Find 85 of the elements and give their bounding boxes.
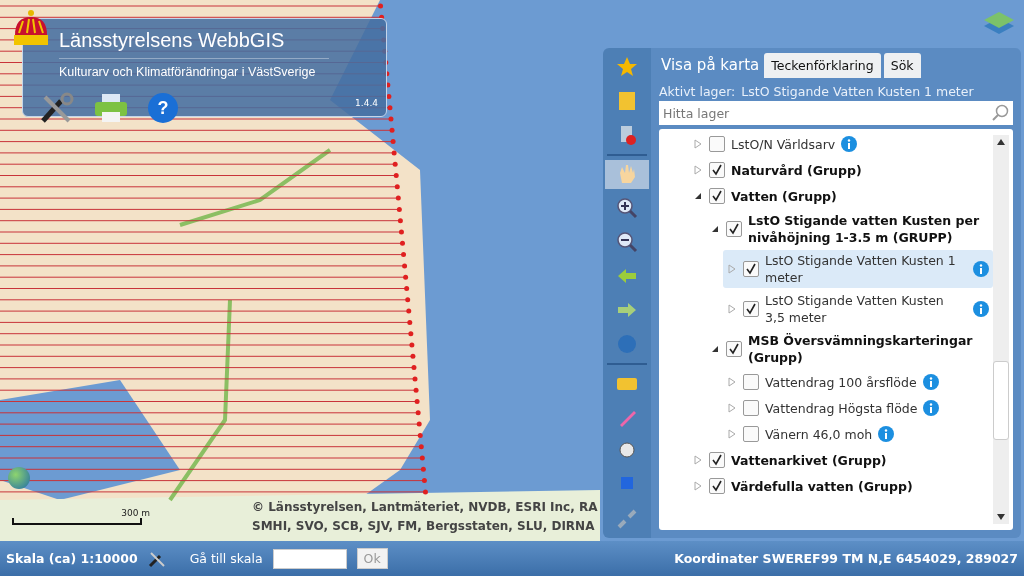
- group-label: Vattenarkivet (Grupp): [731, 451, 887, 469]
- group-label: LstO Stigande vatten Kusten per nivåhöjning 1-3.5 m (GRUPP): [748, 212, 980, 246]
- layer-label: LstO Stigande Vatten Kusten 1 meter: [765, 252, 957, 286]
- info-icon[interactable]: [923, 400, 940, 416]
- layer-row[interactable]: Vatten (Grupp): [689, 184, 841, 208]
- app-title: Länsstyrelsens WebbGIS: [59, 29, 329, 59]
- scroll-down-icon[interactable]: [997, 514, 1005, 520]
- group-label: Vatten (Grupp): [731, 187, 837, 205]
- layer-label: Vattendrag Högsta flöde: [765, 399, 918, 417]
- scrollbar[interactable]: [993, 135, 1009, 524]
- link-icon[interactable]: [616, 508, 638, 531]
- checkbox[interactable]: [709, 478, 725, 494]
- group-label: Naturvård (Grupp): [731, 161, 862, 179]
- expand-icon[interactable]: [693, 455, 703, 465]
- layer-label: Vattendrag 100 årsflöde: [765, 373, 917, 391]
- selected-layer-row[interactable]: LstO Stigande Vatten Kusten 1 meter: [723, 250, 993, 288]
- expand-icon[interactable]: [693, 139, 703, 149]
- checkbox[interactable]: [743, 261, 759, 277]
- group-label: MSB Översvämningskarteringar (Grupp): [748, 332, 974, 366]
- checkbox[interactable]: [743, 374, 759, 390]
- bookmark-icon[interactable]: [616, 89, 638, 112]
- layer-label: LstO Stigande Vatten Kusten 3,5 meter: [765, 292, 945, 326]
- coordinates-text: Koordinater SWEREF99 TM N,E 6454029, 289027: [674, 551, 1018, 566]
- collapse-icon[interactable]: [710, 224, 720, 234]
- layer-row[interactable]: Vattenarkivet (Grupp): [689, 448, 891, 472]
- tab[interactable]: Sök: [883, 53, 921, 78]
- print-icon[interactable]: [93, 92, 129, 124]
- checkbox[interactable]: [743, 400, 759, 416]
- tools-icon[interactable]: [147, 549, 166, 568]
- star-icon[interactable]: [616, 55, 638, 78]
- checkbox[interactable]: [726, 221, 742, 237]
- info-icon[interactable]: [878, 426, 895, 442]
- expand-icon[interactable]: [693, 481, 703, 491]
- layer-row[interactable]: Vattendrag 100 årsflöde: [723, 370, 943, 394]
- tab[interactable]: Visa på karta: [659, 52, 762, 78]
- zoom-in-icon[interactable]: [616, 197, 638, 220]
- checkbox[interactable]: [709, 162, 725, 178]
- scale-input[interactable]: [272, 548, 347, 569]
- selected-tool-button[interactable]: [605, 159, 649, 190]
- checkbox[interactable]: [709, 452, 725, 468]
- info-icon[interactable]: [973, 301, 989, 317]
- scroll-up-icon[interactable]: [997, 139, 1005, 145]
- expand-icon[interactable]: [727, 377, 737, 387]
- tab[interactable]: Teckenförklaring: [764, 53, 881, 78]
- layer-row[interactable]: Vattendrag Högsta flöde: [723, 396, 944, 420]
- info-icon[interactable]: [841, 136, 858, 152]
- expand-icon[interactable]: [727, 403, 737, 413]
- layer-row[interactable]: Naturvård (Grupp): [689, 158, 866, 182]
- zoom-out-icon[interactable]: [616, 231, 638, 254]
- expand-icon[interactable]: [727, 264, 737, 274]
- info-icon[interactable]: [922, 374, 939, 390]
- help-icon[interactable]: ?: [147, 92, 179, 124]
- version-label: 1.4.4: [355, 98, 378, 108]
- layer-row[interactable]: LstO Stigande vatten Kusten per nivåhöjning 1-3.5 m (GRUPP): [706, 210, 984, 248]
- checkbox[interactable]: [743, 301, 759, 317]
- attribution-text: © Länsstyrelsen, Lantmäteriet, NVDB, ESRI Inc, RA: [252, 499, 598, 516]
- scale-text: Skala (ca) 1:10000: [6, 551, 138, 566]
- info-icon[interactable]: [973, 261, 989, 277]
- checkbox[interactable]: [709, 136, 725, 152]
- search-icon[interactable]: [991, 104, 1009, 122]
- layer-row[interactable]: Värdefulla vatten (Grupp): [689, 474, 917, 498]
- app-subtitle: Kulturarv och Klimatförändringar i VästSverige: [59, 65, 317, 79]
- scale-bar-label: 300 m: [121, 508, 150, 518]
- attribution-text: SMHI, SVO, SCB, SJV, FM, Bergsstaten, SLU, DIRNA: [252, 518, 595, 535]
- layer-row[interactable]: MSB Översvämningskarteringar (Grupp): [706, 330, 984, 368]
- group-label: Värdefulla vatten (Grupp): [731, 477, 913, 495]
- scrollbar-thumb[interactable]: [993, 361, 1009, 440]
- expand-icon[interactable]: [693, 165, 703, 175]
- checkbox[interactable]: [726, 341, 742, 357]
- collapse-icon[interactable]: [693, 191, 703, 201]
- search-field[interactable]: Hitta lager: [659, 101, 1013, 125]
- layer-row[interactable]: Vänern 46,0 moh: [723, 422, 899, 446]
- tools-icon[interactable]: [39, 91, 75, 125]
- collapse-icon[interactable]: [710, 344, 720, 354]
- layer-label: LstO/N Världsarv: [731, 135, 836, 153]
- goto-scale-label: Gå till skala: [189, 551, 263, 566]
- checkbox[interactable]: [743, 426, 759, 442]
- expand-icon[interactable]: [727, 429, 737, 439]
- active-layer-label: Aktivt lager:: [659, 84, 736, 99]
- layer-row[interactable]: LstO Stigande Vatten Kusten 3,5 meter: [723, 290, 993, 328]
- checkbox[interactable]: [709, 188, 725, 204]
- layer-label: Vänern 46,0 moh: [765, 425, 873, 443]
- expand-icon[interactable]: [727, 304, 737, 314]
- active-layer-value: LstO Stigande Vatten Kusten 1 meter: [741, 84, 974, 99]
- layer-row[interactable]: LstO/N Världsarv: [689, 132, 862, 156]
